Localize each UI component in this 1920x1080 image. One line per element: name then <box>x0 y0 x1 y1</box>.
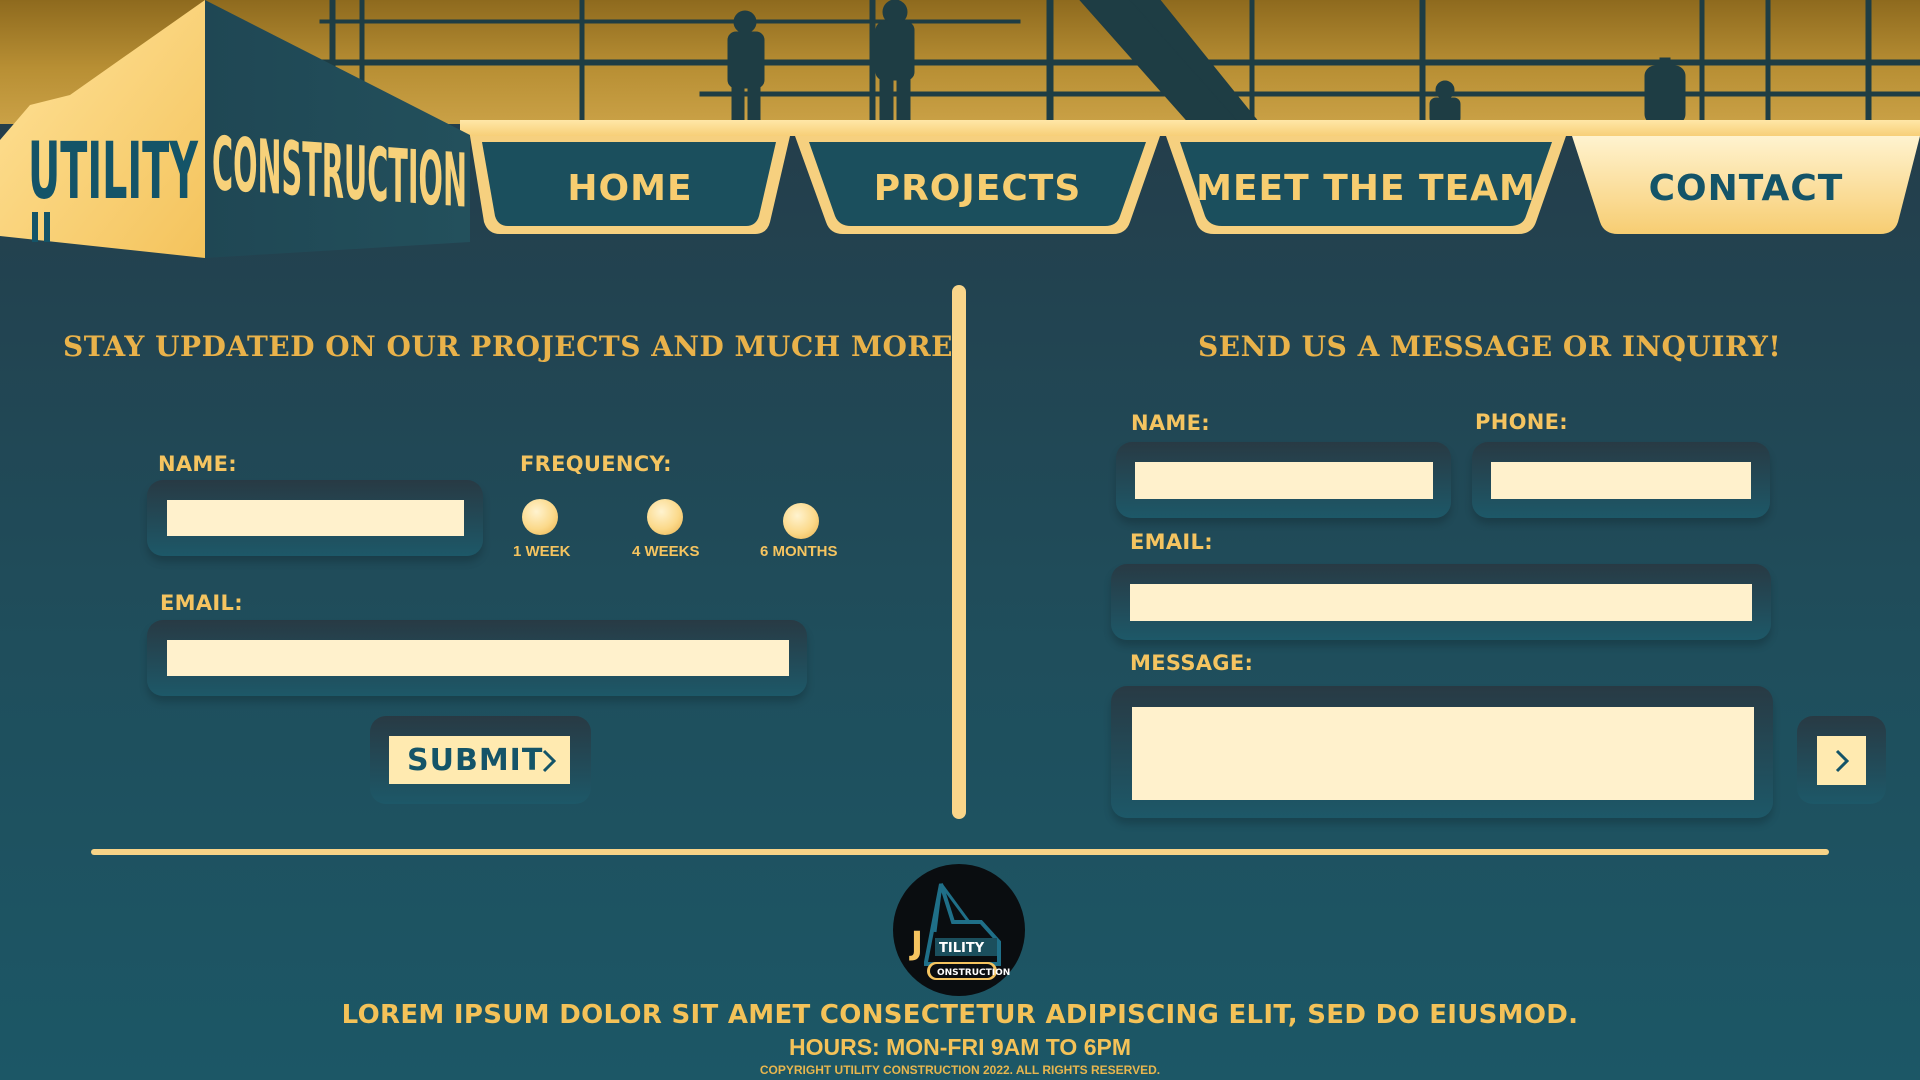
inquiry-message-label: MESSAGE: <box>1130 651 1254 675</box>
logo-text-construction: CONSTRUCTION <box>212 121 467 225</box>
submit-button[interactable]: SUBMIT <box>389 736 570 784</box>
newsletter-name-label: NAME: <box>158 452 237 476</box>
frequency-radio-1-week[interactable] <box>522 499 558 535</box>
inquiry-phone-input[interactable] <box>1491 462 1751 499</box>
submit-label: SUBMIT <box>407 742 544 778</box>
footer-logo[interactable]: J TILITY ONSTRUCTION <box>891 862 1027 998</box>
inquiry-message-input[interactable] <box>1132 707 1754 800</box>
newsletter-name-input[interactable] <box>167 500 464 536</box>
vertical-divider <box>952 285 966 819</box>
inquiry-name-input[interactable] <box>1135 462 1433 499</box>
horizontal-divider <box>91 849 1829 855</box>
frequency-radio-4-weeks[interactable] <box>647 499 683 535</box>
logo-text-utility: UTILITY <box>28 127 199 217</box>
inquiry-title: SEND US A MESSAGE OR INQUIRY! <box>1198 330 1782 363</box>
nav-contact[interactable]: CONTACT <box>1572 136 1920 236</box>
newsletter-email-label: EMAIL: <box>160 591 243 615</box>
inquiry-email-label: EMAIL: <box>1130 530 1213 554</box>
frequency-label: FREQUENCY: <box>520 452 672 476</box>
nav-projects[interactable]: PROJECTS <box>795 136 1160 236</box>
footer-tagline: LOREM IPSUM DOLOR SIT AMET CONSECTETUR A… <box>341 1000 1579 1030</box>
footer-hours: HOURS: MON-FRI 9AM TO 6PM <box>788 1034 1132 1060</box>
svg-text:J: J <box>909 924 923 962</box>
nav-label: CONTACT <box>1648 167 1844 209</box>
chevron-right-icon <box>542 749 556 773</box>
nav-band <box>460 120 1920 136</box>
frequency-option-label: 1 WEEK <box>513 543 571 560</box>
nav-label: HOME <box>567 167 693 209</box>
nav-meet-the-team[interactable]: MEET THE TEAM <box>1166 136 1566 236</box>
footer-logo-text: TILITY <box>939 941 985 956</box>
footer-logo-subtext: ONSTRUCTION <box>937 968 1010 978</box>
inquiry-phone-label: PHONE: <box>1475 410 1568 434</box>
frequency-radio-6-months[interactable] <box>783 503 819 539</box>
send-message-button[interactable] <box>1817 736 1866 785</box>
company-logo[interactable]: UTILITY CONSTRUCTION <box>0 0 480 262</box>
inquiry-email-input[interactable] <box>1130 584 1752 621</box>
newsletter-title: STAY UPDATED ON OUR PROJECTS AND MUCH MO… <box>63 330 966 363</box>
footer-copyright: COPYRIGHT UTILITY CONSTRUCTION 2022. ALL… <box>759 1063 1161 1077</box>
inquiry-name-label: NAME: <box>1131 411 1210 435</box>
newsletter-email-input[interactable] <box>167 640 789 676</box>
chevron-right-icon <box>1835 749 1849 772</box>
frequency-option-label: 6 MONTHS <box>760 543 838 560</box>
nav-home[interactable]: HOME <box>470 136 790 236</box>
frequency-option-label: 4 WEEKS <box>632 543 700 560</box>
nav-label: MEET THE TEAM <box>1196 167 1536 209</box>
nav-label: PROJECTS <box>873 167 1082 209</box>
